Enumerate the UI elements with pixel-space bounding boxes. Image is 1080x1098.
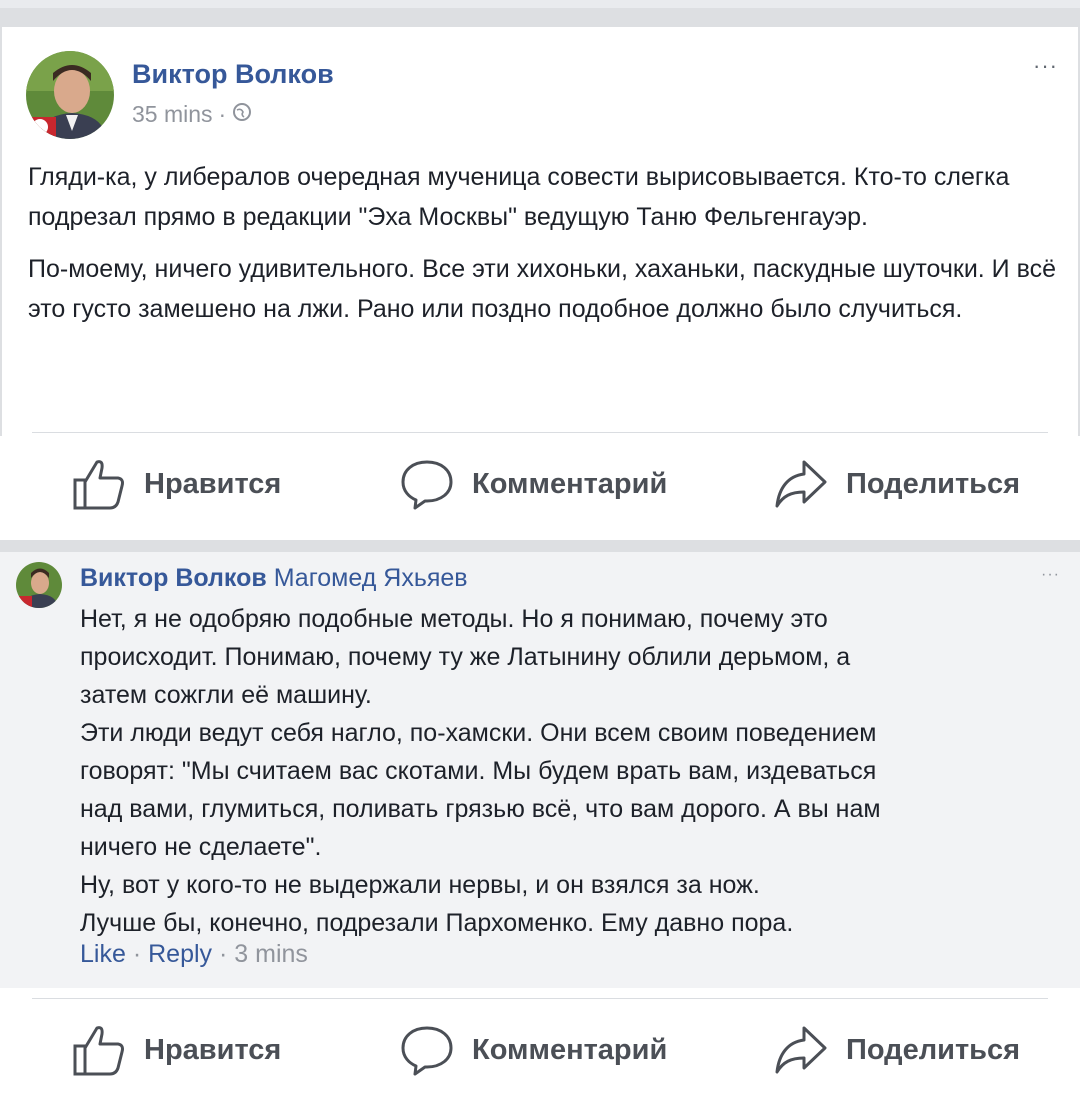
share-button[interactable]: Поделиться [774, 1024, 1020, 1076]
comment-line: происходит. Понимаю, почему ту же Латыни… [80, 643, 851, 671]
footer-separator: · [218, 940, 228, 968]
comment-mention[interactable]: Магомед Яхьяев [274, 564, 468, 592]
comment-button[interactable]: Комментарий [400, 458, 667, 510]
comment-label: Комментарий [472, 467, 668, 500]
comment-icon [400, 1024, 454, 1076]
comment-more-icon[interactable]: ··· [1041, 566, 1060, 584]
comment-author-name[interactable]: Виктор Волков [80, 564, 267, 592]
meta-separator: · [218, 101, 227, 127]
post-meta: 35 mins · [132, 101, 252, 128]
like-label: Нравится [144, 1033, 282, 1066]
comment-header: Виктор Волков Магомед Яхьяев [80, 564, 468, 593]
post-paragraph: По-моему, ничего удивительного. Все эти … [28, 255, 1057, 323]
like-button[interactable]: Нравится [72, 1024, 281, 1076]
share-label: Поделиться [846, 467, 1021, 500]
divider [32, 998, 1048, 999]
comment-button[interactable]: Комментарий [400, 1024, 667, 1076]
post-body: Гляди-ка, у либералов очередная мученица… [28, 157, 1058, 341]
globe-icon [232, 101, 252, 128]
comment-line: ничего не сделаете". [80, 833, 322, 861]
post-actions-bottom: Нравится Комментарий Поделиться [0, 1002, 1080, 1098]
comment-like-link[interactable]: Like [80, 940, 126, 968]
comment-line: Ну, вот у кого-то не выдержали нервы, и … [80, 871, 760, 899]
comment-line: затем сожгли её машину. [80, 681, 372, 709]
post-timestamp[interactable]: 35 mins [132, 101, 213, 128]
section-separator [0, 540, 1080, 552]
thumbs-up-icon [72, 1024, 126, 1076]
comment: Виктор Волков Магомед Яхьяев ··· Нет, я … [0, 552, 1080, 988]
comment-body: Нет, я не одобряю подобные методы. Но я … [80, 600, 1060, 942]
share-button[interactable]: Поделиться [774, 458, 1020, 510]
comment-label: Комментарий [472, 1033, 668, 1066]
post-card: Виктор Волков 35 mins · ··· Гляди-ка, у … [0, 26, 1080, 436]
post-author-avatar[interactable] [26, 51, 114, 139]
comment-author-avatar[interactable] [16, 562, 62, 608]
comment-line: Эти люди ведут себя нагло, по-хамски. Он… [80, 719, 877, 747]
post-paragraph: Гляди-ка, у либералов очередная мученица… [28, 163, 1010, 231]
comment-line: Лучше бы, конечно, подрезали Пархоменко.… [80, 909, 794, 937]
like-label: Нравится [144, 467, 282, 500]
comment-timestamp[interactable]: 3 mins [234, 940, 308, 968]
top-strip [0, 0, 1080, 26]
share-icon [774, 458, 828, 510]
share-icon [774, 1024, 828, 1076]
comment-reply-link[interactable]: Reply [148, 940, 212, 968]
like-button[interactable]: Нравится [72, 458, 281, 510]
divider [32, 432, 1048, 433]
comment-footer: Like · Reply · 3 mins [80, 940, 308, 969]
more-icon[interactable]: ··· [1033, 53, 1058, 79]
footer-separator: · [132, 940, 142, 968]
thumbs-up-icon [72, 458, 126, 510]
comment-line: над вами, глумиться, поливать грязью всё… [80, 795, 881, 823]
share-label: Поделиться [846, 1033, 1021, 1066]
post-actions: Нравится Комментарий Поделиться [0, 436, 1080, 536]
comment-icon [400, 458, 454, 510]
comment-line: говорят: "Мы считаем вас скотами. Мы буд… [80, 757, 877, 785]
comment-line: Нет, я не одобряю подобные методы. Но я … [80, 605, 828, 633]
post-author-name[interactable]: Виктор Волков [132, 59, 334, 90]
